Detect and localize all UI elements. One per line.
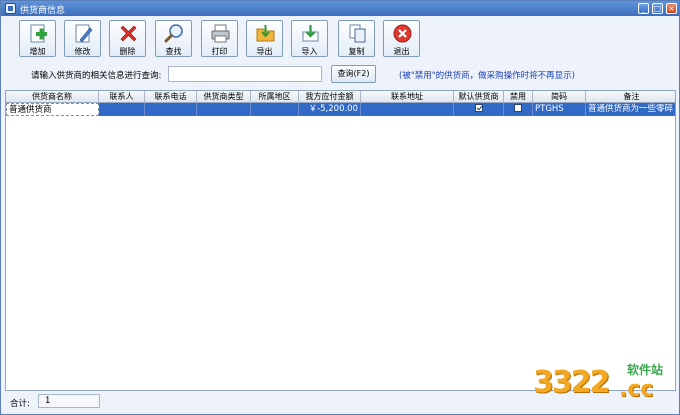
find-button[interactable]: 查找	[155, 20, 192, 57]
exit-label: 退出	[393, 47, 410, 56]
col-note[interactable]: 备注	[586, 91, 675, 103]
export-label: 导出	[256, 47, 273, 56]
table-header: 供货商名称 联系人 联系电话 供货商类型 所属地区 我方应付金额 联系地址 默认…	[6, 91, 675, 103]
default-checkbox[interactable]	[474, 103, 483, 112]
print-button[interactable]: 打印	[201, 20, 238, 57]
query-button[interactable]: 查询(F2)	[331, 65, 376, 83]
edit-label: 修改	[74, 47, 91, 56]
printer-icon	[211, 24, 230, 43]
col-region[interactable]: 所属地区	[251, 91, 299, 103]
import-icon	[302, 25, 319, 42]
cell-disabled[interactable]	[504, 103, 533, 116]
magnifier-icon	[164, 24, 183, 43]
export-button[interactable]: 导出	[246, 20, 283, 57]
col-phone[interactable]: 联系电话	[145, 91, 197, 103]
col-disabled[interactable]: 禁用	[504, 91, 533, 103]
cell-contact[interactable]	[99, 103, 145, 116]
watermark-logo: 3322 软件站 .cc	[533, 359, 678, 411]
cell-code[interactable]: PTGHS	[533, 103, 586, 116]
delete-button[interactable]: 删除	[109, 20, 146, 57]
edit-icon	[75, 24, 93, 43]
window-title: 供货商信息	[20, 6, 66, 16]
total-label: 合计:	[10, 399, 30, 409]
app-icon	[5, 3, 16, 14]
col-supplier-name[interactable]: 供货商名称	[6, 91, 99, 103]
exit-button[interactable]: 退出	[383, 20, 420, 57]
total-value: 1	[38, 394, 100, 408]
copy-label: 复制	[348, 47, 365, 56]
col-payable[interactable]: 我方应付金额	[299, 91, 361, 103]
search-input[interactable]	[168, 66, 322, 82]
toolbar: 增加 修改 删除 查找 打印 导出 导入 复制 退出	[1, 16, 679, 61]
add-label: 增加	[29, 47, 46, 56]
cell-supplier-type[interactable]	[197, 103, 251, 116]
close-window-button[interactable]: ×	[666, 3, 677, 14]
copy-button[interactable]: 复制	[338, 20, 375, 57]
watermark-number: 3322	[533, 365, 610, 400]
cell-note[interactable]: 普通供货商为一些零碎	[586, 103, 675, 116]
col-address[interactable]: 联系地址	[361, 91, 454, 103]
cell-address[interactable]	[361, 103, 454, 116]
export-icon	[256, 25, 275, 42]
cell-phone[interactable]	[145, 103, 197, 116]
print-label: 打印	[211, 47, 228, 56]
search-label: 请输入供货商的相关信息进行查询:	[31, 71, 162, 81]
edit-button[interactable]: 修改	[64, 20, 101, 57]
disabled-checkbox[interactable]	[514, 103, 522, 112]
table-row[interactable]: 普通供货商 ￥-5,200.00 PTGHS 普通供货商为一些零碎	[6, 103, 675, 116]
import-button[interactable]: 导入	[291, 20, 328, 57]
import-label: 导入	[301, 47, 318, 56]
col-contact[interactable]: 联系人	[99, 91, 145, 103]
col-default[interactable]: 默认供货商	[454, 91, 504, 103]
watermark-text: 软件站	[627, 363, 664, 377]
find-label: 查找	[165, 47, 182, 56]
exit-icon	[393, 24, 412, 43]
add-button[interactable]: 增加	[19, 20, 56, 57]
title-bar: 供货商信息 _ □ ×	[1, 1, 679, 16]
col-supplier-type[interactable]: 供货商类型	[197, 91, 251, 103]
cell-region[interactable]	[251, 103, 299, 116]
cell-supplier-name[interactable]: 普通供货商	[6, 103, 99, 116]
supplier-table[interactable]: 供货商名称 联系人 联系电话 供货商类型 所属地区 我方应付金额 联系地址 默认…	[5, 90, 676, 391]
cell-payable[interactable]: ￥-5,200.00	[299, 103, 361, 116]
delete-x-icon	[120, 25, 137, 42]
watermark-domain: .cc	[619, 377, 654, 402]
disabled-hint: (被"禁用"的供货商，做采购操作时将不再显示)	[399, 71, 575, 81]
supplier-window: 供货商信息 _ □ × 增加 修改 删除 查找 打印 导出 导入 复制 退出 请…	[0, 0, 680, 415]
col-code[interactable]: 简码	[533, 91, 586, 103]
maximize-button[interactable]: □	[652, 3, 663, 14]
minimize-button[interactable]: _	[638, 3, 649, 14]
copy-icon	[349, 24, 366, 43]
delete-label: 删除	[119, 47, 136, 56]
add-icon	[30, 24, 47, 43]
search-row: 请输入供货商的相关信息进行查询: 查询(F2) (被"禁用"的供货商，做采购操作…	[1, 63, 679, 85]
cell-default[interactable]	[454, 103, 504, 116]
